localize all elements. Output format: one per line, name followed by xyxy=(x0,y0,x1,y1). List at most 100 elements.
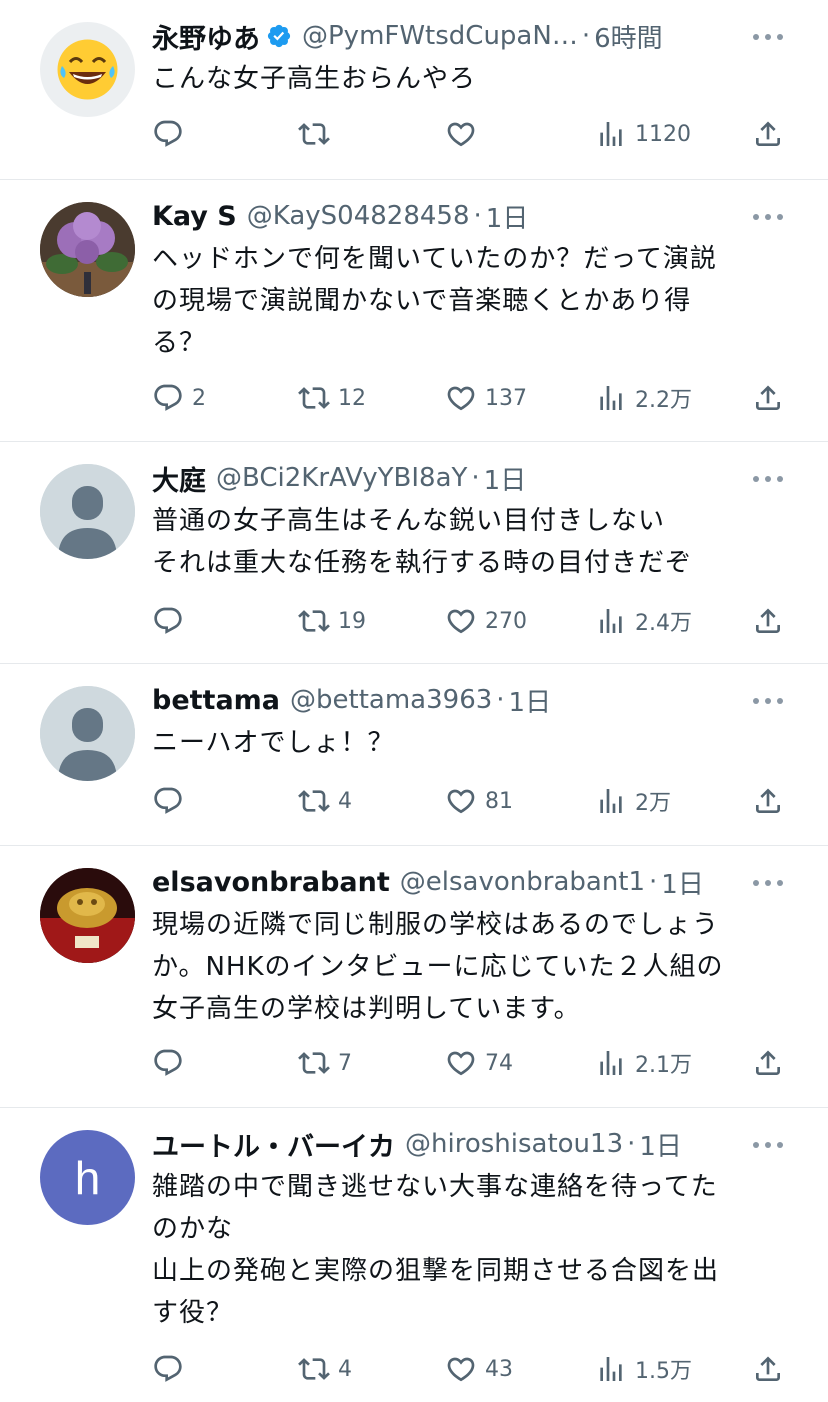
like-button[interactable]: 270 xyxy=(445,601,527,641)
share-button[interactable] xyxy=(752,378,784,418)
timestamp[interactable]: 1日 xyxy=(486,198,529,234)
retweet-count: 4 xyxy=(338,1356,352,1382)
separator-dot: · xyxy=(496,685,505,715)
heart-icon xyxy=(445,382,477,414)
action-bar: 7 74 2.1万 xyxy=(0,1043,828,1083)
share-button[interactable] xyxy=(752,1043,784,1083)
user-handle[interactable]: @hiroshisatou13 xyxy=(405,1129,623,1159)
reply-icon xyxy=(152,1353,184,1385)
views-button[interactable]: 2.2万 xyxy=(595,378,692,418)
like-button[interactable]: 81 xyxy=(445,781,513,821)
heart-icon xyxy=(445,1353,477,1385)
retweet-count: 12 xyxy=(338,385,366,411)
view-count: 2.1万 xyxy=(635,1053,692,1078)
more-options-icon[interactable] xyxy=(748,686,788,716)
retweet-icon xyxy=(298,382,330,414)
reply-button[interactable] xyxy=(152,781,192,821)
heart-icon xyxy=(445,785,477,817)
reply-icon xyxy=(152,785,184,817)
timestamp[interactable]: 1日 xyxy=(509,682,552,718)
reply-icon xyxy=(152,1047,184,1079)
like-button[interactable]: 74 xyxy=(445,1043,513,1083)
hydrangea-photo-icon xyxy=(40,202,135,297)
action-bar: 2 12 137 2.2万 xyxy=(0,378,828,418)
avatar[interactable] xyxy=(40,464,135,559)
more-options-icon[interactable] xyxy=(748,1130,788,1160)
more-options-icon[interactable] xyxy=(748,22,788,52)
user-handle[interactable]: @elsavonbrabant1 xyxy=(400,867,645,897)
retweet-button[interactable]: 4 xyxy=(298,781,352,821)
retweet-button[interactable]: 4 xyxy=(298,1349,352,1389)
reply-tweet[interactable]: 大庭 @BCi2KrAVyYBI8aY · 1日 普通の女子高生はそんな鋭い目付… xyxy=(0,442,828,664)
retweet-button[interactable]: 7 xyxy=(298,1043,352,1083)
display-name[interactable]: 永野ゆあ xyxy=(152,18,260,55)
retweet-button[interactable]: 19 xyxy=(298,601,366,641)
timestamp[interactable]: 1日 xyxy=(661,864,704,900)
reply-icon xyxy=(152,382,184,414)
like-count: 270 xyxy=(485,608,527,634)
reply-button[interactable] xyxy=(152,1349,192,1389)
tweet-text: 現場の近隣で同じ制服の学校はあるのでしょう か。NHKのインタビューに応じていた… xyxy=(152,904,792,1030)
reply-tweet[interactable]: 永野ゆあ @PymFWtsdCupaN… · 6時間 こんな女子高生おらんやろ … xyxy=(0,0,828,180)
avatar[interactable] xyxy=(40,868,135,963)
share-button[interactable] xyxy=(752,601,784,641)
like-button[interactable] xyxy=(445,114,485,154)
display-name[interactable]: elsavonbrabant xyxy=(152,867,390,898)
verified-badge-icon xyxy=(267,24,291,48)
like-button[interactable]: 43 xyxy=(445,1349,513,1389)
reply-tweet[interactable]: Kay S @KayS04828458 · 1日 ヘッドホンで何を聞いていたのか… xyxy=(0,180,828,442)
like-button[interactable]: 137 xyxy=(445,378,527,418)
reply-button[interactable] xyxy=(152,1043,192,1083)
tweet-text: こんな女子高生おらんやろ xyxy=(152,58,792,100)
views-button[interactable]: 1.5万 xyxy=(595,1349,692,1389)
reply-tweet[interactable]: elsavonbrabant @elsavonbrabant1 · 1日 現場の… xyxy=(0,846,828,1108)
timestamp[interactable]: 1日 xyxy=(484,460,527,496)
views-button[interactable]: 1120 xyxy=(595,114,691,154)
user-handle[interactable]: @KayS04828458 xyxy=(247,201,470,231)
reply-tweet[interactable]: h ユートル・バーイカ @hiroshisatou13 · 1日 雑踏の中で聞き… xyxy=(0,1108,828,1402)
reply-button[interactable]: 2 xyxy=(152,378,206,418)
tweet-text-line: ヘッドホンで何を聞いていたのか？だって演説 xyxy=(152,244,717,274)
more-options-icon[interactable] xyxy=(748,868,788,898)
like-count: 137 xyxy=(485,385,527,411)
timestamp[interactable]: 1日 xyxy=(639,1126,682,1162)
bar-chart-icon xyxy=(595,1353,627,1385)
share-button[interactable] xyxy=(752,1349,784,1389)
retweet-button[interactable] xyxy=(298,114,338,154)
tweet-text-line: 現場の近隣で同じ制服の学校はあるのでしょう xyxy=(152,910,720,940)
share-icon xyxy=(752,118,784,150)
like-count: 74 xyxy=(485,1050,513,1076)
separator-dot: · xyxy=(471,463,480,493)
more-options-icon[interactable] xyxy=(748,464,788,494)
user-handle[interactable]: @bettama3963 xyxy=(290,685,492,715)
more-options-icon[interactable] xyxy=(748,202,788,232)
user-handle[interactable]: @BCi2KrAVyYBI8aY xyxy=(216,463,467,493)
share-button[interactable] xyxy=(752,114,784,154)
like-count: 81 xyxy=(485,788,513,814)
reply-tweet[interactable]: bettama @bettama3963 · 1日 ニーハオでしょ！？ 4 81… xyxy=(0,664,828,846)
views-button[interactable]: 2.4万 xyxy=(595,601,692,641)
retweet-button[interactable]: 12 xyxy=(298,378,366,418)
avatar[interactable] xyxy=(40,22,135,117)
share-button[interactable] xyxy=(752,781,784,821)
timestamp[interactable]: 6時間 xyxy=(594,18,663,54)
reply-button[interactable] xyxy=(152,601,192,641)
retweet-icon xyxy=(298,118,330,150)
views-button[interactable]: 2.1万 xyxy=(595,1043,692,1083)
avatar[interactable]: h xyxy=(40,1130,135,1225)
avatar[interactable] xyxy=(40,202,135,297)
display-name[interactable]: ユートル・バーイカ xyxy=(152,1126,395,1163)
reply-icon xyxy=(152,118,184,150)
reply-button[interactable] xyxy=(152,114,192,154)
user-handle[interactable]: @PymFWtsdCupaN… xyxy=(302,21,578,51)
share-icon xyxy=(752,785,784,817)
avatar[interactable] xyxy=(40,686,135,781)
tweet-text-line: 雑踏の中で聞き逃せない大事な連絡を待ってた xyxy=(152,1172,718,1202)
display-name[interactable]: bettama xyxy=(152,685,280,716)
retweet-icon xyxy=(298,605,330,637)
bar-chart-icon xyxy=(595,1047,627,1079)
display-name[interactable]: 大庭 xyxy=(152,460,206,497)
display-name[interactable]: Kay S xyxy=(152,201,237,232)
laughing-emoji-icon xyxy=(57,39,118,100)
views-button[interactable]: 2万 xyxy=(595,781,671,821)
